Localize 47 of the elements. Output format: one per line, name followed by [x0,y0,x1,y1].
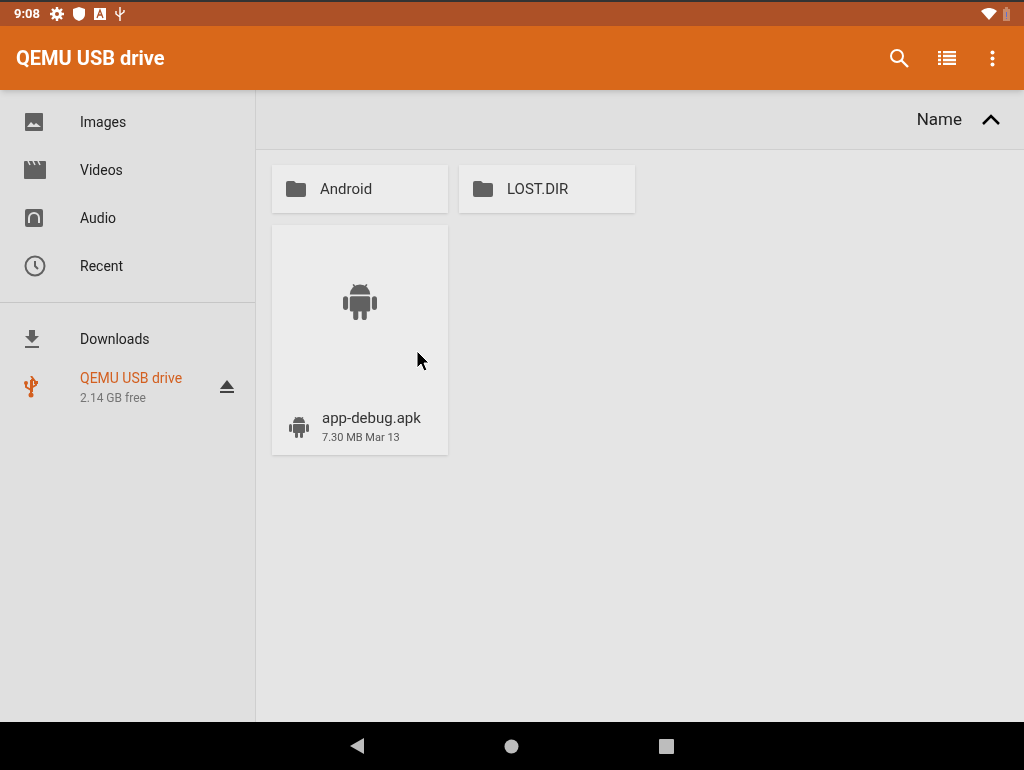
sidebar-label: QEMU USB drive [80,368,184,388]
file-card[interactable]: app-debug.apk 7.30 MB Mar 13 [272,225,448,455]
android-icon [289,415,309,438]
app-icon [94,8,107,20]
sidebar-label: Videos [80,160,124,180]
clapperboard-icon [24,161,46,179]
sidebar-item[interactable]: Downloads [0,315,255,363]
android-icon [343,281,377,321]
home-button[interactable] [504,738,519,754]
wifi-icon [981,8,997,20]
usb-icon [24,376,38,398]
battery-icon [1003,7,1010,21]
back-button[interactable] [350,738,364,754]
toolbar-title: QEMU USB drive [16,45,165,72]
search-icon [889,48,909,68]
file-name: app-debug.apk [322,408,421,429]
sidebar-label: Images [80,112,128,132]
folder-icon [286,181,306,197]
clock-text: 9:08 [14,5,41,24]
sidebar-label: Audio [80,208,118,228]
sort-label[interactable]: Name [916,106,962,133]
file-details: 7.30 MB Mar 13 [322,429,401,446]
download-icon [24,330,40,348]
usb-icon [115,7,126,21]
sidebar-label: Downloads [80,329,151,349]
more-vertical-icon [989,49,995,67]
folder-icon [473,181,493,197]
sidebar-label: Recent [80,256,125,276]
recents-button[interactable] [659,738,674,754]
folder-card[interactable]: LOST.DIR [459,165,635,213]
free-space-text: 2.14 GB free [80,389,147,407]
eject-button[interactable] [219,380,235,394]
sidebar-item[interactable]: Audio [0,194,255,242]
sidebar-item[interactable]: Videos [0,146,255,194]
headphones-icon [24,208,44,228]
folder-card[interactable]: Android [272,165,448,213]
shield-icon [73,7,86,21]
sidebar-item[interactable]: Images [0,98,255,146]
chevron-up-icon[interactable] [982,114,1000,125]
sidebar-item[interactable]: Recent [0,242,255,290]
mouse-cursor-icon [416,350,430,372]
list-icon [938,51,956,65]
folder-name: LOST.DIR [507,178,569,200]
gear-icon [50,7,65,21]
folder-name: Android [320,178,373,200]
clock-icon [24,255,46,277]
image-icon [24,112,44,132]
